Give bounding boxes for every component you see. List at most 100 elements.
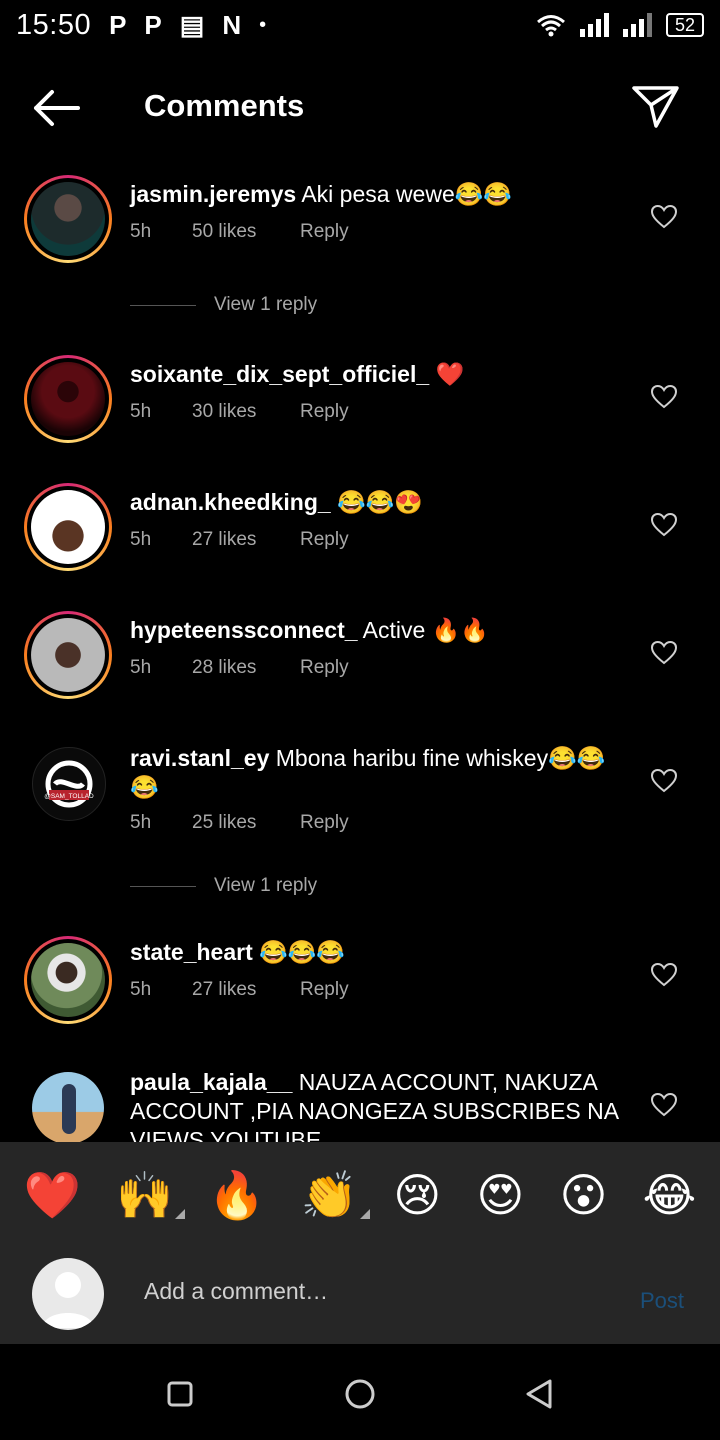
system-nav-bar	[0, 1344, 720, 1440]
reaction-raised-hands[interactable]: 🙌	[115, 1167, 186, 1223]
comment-username[interactable]: hypeteenssconnect_	[130, 617, 358, 643]
square-icon	[167, 1381, 193, 1407]
comment-time: 5h	[130, 401, 152, 422]
avatar[interactable]: @SAM_TOLLAD	[32, 747, 106, 821]
comment-meta: 5h 27 likes Reply	[130, 529, 349, 551]
view-replies-button[interactable]: View 1 reply	[130, 875, 317, 897]
share-button[interactable]	[630, 82, 682, 132]
comment-body: 😂😂😍	[330, 489, 423, 515]
reaction-fire[interactable]: 🔥	[208, 1168, 265, 1223]
signal-icon	[579, 13, 609, 37]
back-button[interactable]	[28, 86, 84, 130]
comment-username[interactable]: jasmin.jeremys	[130, 181, 296, 207]
reaction-raised-hands-glyph: 🙌	[115, 1167, 174, 1222]
comment-body: Aki pesa wewe😂😂	[296, 181, 513, 207]
skin-tone-indicator	[175, 1208, 186, 1219]
comment-username[interactable]: ravi.stanl_ey	[130, 745, 269, 771]
skin-tone-indicator	[360, 1208, 371, 1219]
avatar-photo	[31, 490, 105, 564]
back-nav-button[interactable]	[518, 1372, 562, 1416]
heart-icon	[650, 768, 678, 793]
comment-text: state_heart 😂😂😂	[130, 938, 620, 967]
comment-likes[interactable]: 28 likes	[192, 657, 300, 679]
avatar-photo	[31, 943, 105, 1017]
comment-text: hypeteenssconnect_ Active 🔥🔥	[130, 616, 620, 645]
wifi-icon	[537, 15, 565, 37]
avatar[interactable]	[24, 175, 112, 263]
avatar[interactable]	[32, 1072, 104, 1142]
comment-time: 5h	[130, 529, 152, 550]
comments-list[interactable]: jasmin.jeremys Aki pesa wewe😂😂 5h 50 lik…	[0, 160, 720, 1142]
view-replies-button[interactable]: View 1 reply	[130, 294, 317, 316]
reply-button[interactable]: Reply	[300, 812, 349, 834]
comment-time: 5h	[130, 657, 152, 678]
reaction-clap[interactable]: 👏	[301, 1168, 371, 1223]
clock: 15:50	[16, 8, 92, 41]
heart-icon	[650, 512, 678, 537]
avatar[interactable]	[24, 483, 112, 571]
circle-icon	[345, 1379, 375, 1409]
like-button[interactable]	[650, 962, 678, 988]
avatar[interactable]	[24, 355, 112, 443]
comment-username[interactable]: adnan.kheedking_	[130, 489, 331, 515]
reaction-laughing[interactable]: 😂	[643, 1168, 697, 1222]
reply-button[interactable]: Reply	[300, 657, 349, 679]
view-replies-label: View 1 reply	[214, 875, 318, 896]
comment-likes[interactable]: 50 likes	[192, 221, 300, 243]
avatar-logo-text: @SAM_TOLLAD	[44, 793, 94, 800]
avatar	[32, 1258, 104, 1330]
more-notifications-dot: •	[259, 13, 267, 36]
comment-body: Active 🔥🔥	[357, 617, 489, 643]
comment-time: 5h	[130, 221, 152, 242]
arrow-left-icon	[34, 90, 80, 126]
comment-meta: 5h 30 likes Reply	[130, 401, 349, 423]
heart-icon	[650, 384, 678, 409]
comment-text: jasmin.jeremys Aki pesa wewe😂😂	[130, 180, 620, 209]
comment-meta: 5h 25 likes Reply	[130, 812, 349, 834]
reaction-heart[interactable]: ❤️	[24, 1168, 81, 1223]
comment-body: ❤️	[429, 361, 465, 387]
comment-username[interactable]: state_heart	[130, 939, 253, 965]
recents-button[interactable]	[158, 1372, 202, 1416]
avatar[interactable]	[24, 611, 112, 699]
heart-icon	[650, 962, 678, 987]
send-icon	[632, 86, 679, 128]
avatar[interactable]	[24, 936, 112, 1024]
divider	[130, 304, 196, 306]
notification-icon-n: N	[222, 9, 242, 40]
signal-icon	[622, 13, 652, 37]
status-bar: 15:50 P P ▤ N • 52	[0, 0, 720, 50]
like-button[interactable]	[650, 384, 678, 410]
comment-time: 5h	[130, 812, 152, 833]
comment-likes[interactable]: 25 likes	[192, 812, 300, 834]
comment-composer: Post	[0, 1248, 720, 1344]
comment-likes[interactable]: 27 likes	[192, 979, 300, 1001]
comment-input[interactable]	[144, 1278, 614, 1305]
like-button[interactable]	[650, 512, 678, 538]
like-button[interactable]	[650, 1092, 678, 1118]
like-button[interactable]	[650, 768, 678, 794]
avatar-photo	[31, 618, 105, 692]
comment-likes[interactable]: 27 likes	[192, 529, 300, 551]
like-button[interactable]	[650, 204, 678, 230]
comment-text: ravi.stanl_ey Mbona haribu fine whiskey😂…	[130, 744, 620, 802]
comment-meta: 5h 50 likes Reply	[130, 221, 349, 243]
comment-username[interactable]: soixante_dix_sept_officiel_	[130, 361, 429, 387]
comment-likes[interactable]: 30 likes	[192, 401, 300, 423]
reply-button[interactable]: Reply	[300, 221, 349, 243]
reaction-heart-eyes[interactable]: 😍	[476, 1168, 524, 1222]
comment-username[interactable]: paula_kajala__	[130, 1069, 292, 1095]
reply-button[interactable]: Reply	[300, 979, 349, 1001]
avatar-logo: @SAM_TOLLAD	[44, 760, 94, 808]
header: Comments	[0, 70, 720, 146]
post-button[interactable]: Post	[640, 1288, 684, 1314]
comment-text: soixante_dix_sept_officiel_ ❤️	[130, 360, 620, 389]
reply-button[interactable]: Reply	[300, 401, 349, 423]
reaction-crying[interactable]: 😢	[393, 1168, 441, 1222]
reaction-surprised[interactable]: 😮	[559, 1168, 607, 1222]
reply-button[interactable]: Reply	[300, 529, 349, 551]
like-button[interactable]	[650, 640, 678, 666]
page-title: Comments	[144, 88, 305, 123]
triangle-back-icon	[526, 1379, 552, 1409]
home-button[interactable]	[338, 1372, 382, 1416]
